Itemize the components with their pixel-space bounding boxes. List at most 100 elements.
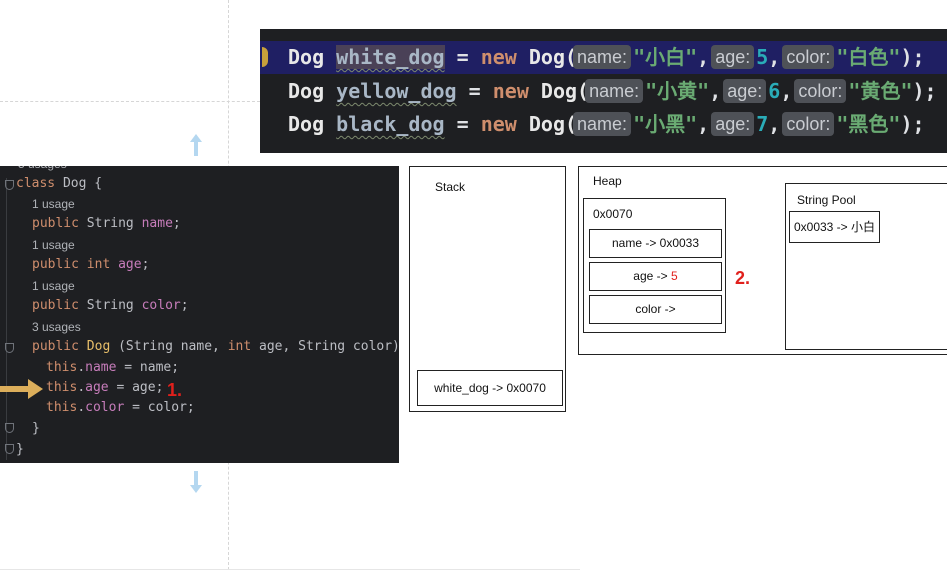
keyword-token: this [46, 380, 78, 395]
field-token: color [85, 400, 125, 415]
closing-brace: } [16, 442, 24, 457]
horizontal-guide-line [0, 101, 260, 102]
field-token: color [141, 298, 181, 313]
string-literal: "白色" [836, 45, 901, 69]
fold-icon[interactable] [5, 444, 14, 454]
gutter-line [6, 178, 7, 460]
type-token: String [86, 216, 134, 231]
string-literal: "小白" [633, 45, 698, 69]
type-token: String [86, 298, 134, 313]
keyword-token: new [492, 79, 529, 103]
keyword-token: public int [32, 257, 111, 272]
class-name: Dog { [62, 176, 103, 191]
constructor-token: Dog( [540, 79, 590, 103]
usage-hint: 3 usages [32, 320, 81, 334]
keyword-token: this [46, 360, 78, 375]
type-token: Dog [288, 45, 325, 69]
breakpoint-marker-icon [262, 47, 268, 67]
operator-token: = [468, 79, 481, 103]
statement-end: ); [900, 112, 925, 136]
code-editor-instantiation: Dog white_dog = new Dog(name: "小白", age: 5,… [260, 29, 947, 153]
resize-down-arrow-icon[interactable] [189, 470, 203, 494]
string-pool-title: String Pool [797, 193, 856, 207]
class-declaration: class Dog { [16, 174, 102, 194]
heap-box: Heap 0x0070 name -> 0x0033 age -> 5 colo… [578, 166, 947, 355]
param-hint: age: [711, 45, 755, 69]
resize-up-arrow-icon[interactable] [189, 133, 203, 157]
usage-hint: 1 usage [32, 197, 75, 211]
operator-token: = [456, 112, 469, 136]
closing-brace: } [32, 421, 40, 436]
statement-end: ); [900, 45, 925, 69]
assign-color-line: this.color = color; [46, 400, 195, 415]
usage-hint: 1 usage [32, 238, 75, 252]
keyword-token: this [46, 400, 78, 415]
keyword-token: public [32, 298, 79, 313]
field-token: age [118, 257, 142, 272]
object-address: 0x0070 [593, 207, 633, 221]
param-hint: name: [573, 45, 632, 69]
fold-icon[interactable] [5, 343, 14, 353]
field-token: name [85, 360, 117, 375]
type-token: Dog [288, 79, 325, 103]
string-literal: "黑色" [836, 112, 901, 136]
assign-rest: = name; [116, 360, 180, 375]
keyword-token: new [480, 112, 517, 136]
string-literal: "黄色" [848, 79, 913, 103]
field-color-line: public String color; [32, 298, 189, 313]
variable-token: black_dog [336, 112, 445, 136]
param-hint: color: [794, 79, 847, 103]
field-age-value: 5 [671, 269, 678, 283]
constructor-name: Dog [86, 339, 111, 354]
heap-title: Heap [593, 174, 622, 188]
param-hint: color: [782, 45, 835, 69]
ctor-params: age, String color) { [258, 339, 399, 354]
keyword-token: new [480, 45, 517, 69]
stack-box: Stack white_dog -> 0x0070 [409, 166, 566, 412]
field-age-label: age -> [633, 269, 671, 283]
assign-name-line: this.name = name; [46, 360, 180, 375]
heap-object-box: 0x0070 name -> 0x0033 age -> 5 color -> [583, 198, 726, 333]
usage-hint: 1 usage [32, 279, 75, 293]
stack-entry: white_dog -> 0x0070 [417, 370, 563, 406]
string-pool-entry: 0x0033 -> 小白 [789, 211, 880, 243]
ctor-params: (String name, [110, 339, 228, 354]
assign-rest: = age; [108, 380, 164, 395]
string-pool-box: String Pool 0x0033 -> 小白 [785, 183, 947, 350]
type-token: Dog [288, 112, 325, 136]
number-literal: 6 [768, 79, 781, 103]
fold-icon[interactable] [5, 423, 14, 433]
field-token: age [85, 380, 109, 395]
constructor-token: Dog( [528, 45, 578, 69]
stack-title: Stack [435, 180, 466, 194]
code-editor-class-dog: 5 usages class Dog { 1 usage public Stri… [0, 166, 399, 463]
keyword-token: class [16, 176, 56, 191]
field-age-line: public int age; [32, 257, 150, 272]
param-hint: color: [782, 112, 835, 136]
param-hint: name: [573, 112, 632, 136]
statement-end: ); [912, 79, 937, 103]
field-name-line: public String name; [32, 216, 181, 231]
keyword-token: public [32, 216, 79, 231]
assign-rest: = color; [124, 400, 195, 415]
usage-hint: 5 usages [18, 166, 67, 174]
string-literal: "小黄" [645, 79, 710, 103]
assign-age-line: this.age = age; [46, 380, 164, 395]
keyword-token: int [227, 339, 252, 354]
operator-token: = [456, 45, 469, 69]
code-line-yellow-dog: Dog yellow_dog = new Dog(name: "小黄", age: 6… [288, 79, 937, 103]
field-token: name [141, 216, 173, 231]
constructor-token: Dog( [528, 112, 578, 136]
variable-token: white_dog [336, 45, 445, 69]
constructor-line: public Dog (String name, int age, String… [32, 337, 399, 357]
step-2-label: 2. [735, 268, 751, 288]
code-line-black-dog: Dog black_dog = new Dog(name: "小黑", age: 7,… [288, 112, 925, 136]
number-literal: 5 [756, 45, 769, 69]
field-name-cell: name -> 0x0033 [589, 229, 722, 258]
number-literal: 7 [756, 112, 769, 136]
field-color-cell: color -> [589, 295, 722, 324]
field-age-cell: age -> 5 [589, 262, 722, 291]
execution-pointer-arrow-icon [0, 379, 43, 399]
variable-token: yellow_dog [336, 79, 457, 103]
fold-icon[interactable] [5, 180, 14, 190]
